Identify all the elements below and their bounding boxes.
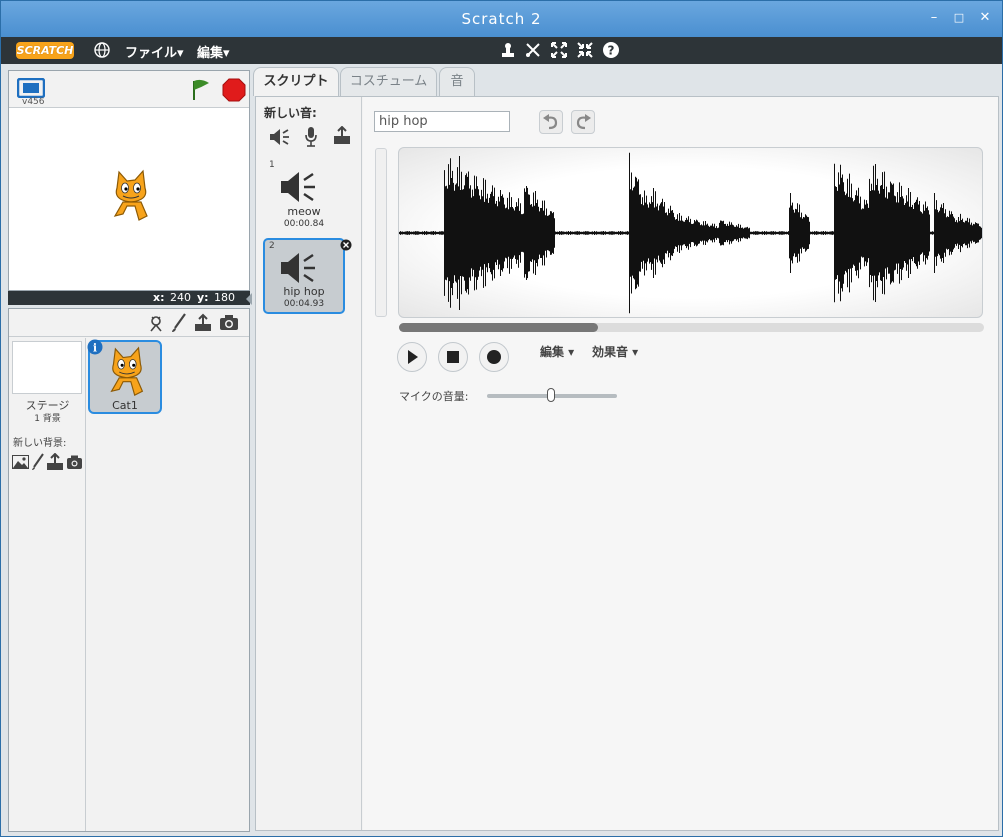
stage-header: v456 [9, 71, 249, 108]
sprite-panel: ステージ 1 背景 新しい背景: Cat1 i [8, 308, 250, 832]
collapse-stage-arrow[interactable] [246, 293, 252, 305]
app-window: Scratch 2 – □ ✕ SCRATCH ファイル▾ 編集▾ ? v456… [0, 0, 1003, 837]
sprite-tile-cat1[interactable]: Cat1 i [87, 339, 162, 414]
waveform-display[interactable] [398, 147, 983, 318]
play-icon [408, 350, 418, 364]
close-icon[interactable]: ✕ [978, 11, 992, 25]
sprite-toolbar [9, 309, 249, 337]
sound-duration: 00:04.93 [283, 299, 325, 309]
sound-name: hip hop [283, 285, 325, 298]
sound-name: meow [287, 205, 321, 218]
x-value: 240 [170, 291, 191, 304]
sprite-name: Cat1 [112, 399, 138, 412]
speaker-icon [281, 172, 315, 202]
backdrop-library-icon[interactable] [12, 455, 29, 469]
menu-bar: SCRATCH ファイル▾ 編集▾ ? [1, 37, 1002, 64]
stop-square-icon [447, 351, 459, 363]
undo-button[interactable] [539, 110, 563, 134]
tab-costumes[interactable]: コスチューム [340, 67, 437, 96]
svg-text:i: i [93, 342, 97, 355]
cat-sprite[interactable] [105, 168, 155, 224]
volume-strip [375, 148, 387, 317]
upload-icon[interactable] [193, 313, 213, 333]
title-bar: Scratch 2 – □ ✕ [1, 1, 1002, 37]
x-label: x: [153, 291, 165, 304]
choose-sprite-icon[interactable] [147, 314, 165, 332]
record-sound-icon[interactable] [304, 126, 318, 148]
undo-icon [543, 114, 558, 130]
grow-icon[interactable] [550, 41, 568, 59]
mic-volume-knob[interactable] [546, 388, 555, 402]
version-label: v456 [22, 97, 45, 107]
file-menu[interactable]: ファイル▾ [125, 42, 184, 61]
record-button[interactable] [479, 342, 509, 372]
camera-icon[interactable] [219, 314, 239, 332]
sound-duration: 00:00.84 [283, 219, 325, 229]
upload-sound-icon[interactable] [332, 126, 352, 146]
sound-index: 2 [269, 241, 275, 251]
tab-scripts[interactable]: スクリプト [253, 67, 339, 96]
effects-menu[interactable]: 効果音 ▾ [592, 343, 638, 360]
cat-thumbnail [110, 346, 144, 396]
sound-index: 1 [269, 160, 275, 170]
mouse-coordinates: x: 240 y: 180 [8, 291, 250, 305]
stage-column: ステージ 1 背景 新しい背景: [9, 338, 86, 831]
stage-backdrop-count: 1 背景 [34, 414, 61, 424]
sound-item-hip-hop[interactable]: 2 hip hop 00:04.93 [263, 238, 352, 314]
scratch-logo[interactable]: SCRATCH [16, 42, 74, 59]
info-icon[interactable]: i [87, 339, 103, 355]
svg-text:?: ? [608, 44, 615, 58]
minimize-icon[interactable]: – [927, 11, 941, 25]
edit-sound-menu[interactable]: 編集 ▾ [540, 343, 574, 360]
help-icon[interactable]: ? [602, 41, 620, 59]
sound-list: 新しい音: 1 meow 00:00.84 2 hip hop 00:04.93 [256, 97, 362, 830]
paint-brush-icon[interactable] [170, 313, 188, 333]
fullscreen-icon[interactable] [17, 78, 45, 98]
sound-editing-area: 編集 ▾ 効果音 ▾ マイクの音量: [363, 97, 998, 830]
stage-thumbnail[interactable] [12, 341, 82, 394]
paint-backdrop-icon[interactable] [31, 453, 45, 471]
camera-backdrop-icon[interactable] [66, 455, 83, 470]
edit-menu[interactable]: 編集▾ [197, 42, 230, 61]
duplicate-stamp-icon[interactable] [499, 41, 517, 59]
record-icon [487, 350, 501, 364]
mic-volume-label: マイクの音量: [399, 390, 469, 403]
new-sound-label: 新しい音: [264, 106, 317, 120]
stop-button[interactable] [438, 342, 468, 372]
sound-name-input[interactable] [374, 111, 510, 132]
stop-icon[interactable] [221, 77, 247, 103]
maximize-icon[interactable]: □ [952, 11, 966, 25]
play-button[interactable] [397, 342, 427, 372]
waveform [399, 152, 982, 314]
cut-icon[interactable] [524, 41, 542, 59]
window-title: Scratch 2 [461, 10, 542, 28]
sound-item-meow[interactable]: 1 meow 00:00.84 [263, 158, 345, 234]
redo-button[interactable] [571, 110, 595, 134]
delete-sound-icon[interactable] [340, 239, 352, 251]
mic-volume-slider[interactable] [487, 388, 617, 402]
redo-icon [576, 114, 591, 130]
y-label: y: [197, 291, 209, 304]
y-value: 180 [214, 291, 235, 304]
globe-icon[interactable] [93, 41, 111, 59]
upload-backdrop-icon[interactable] [46, 453, 64, 471]
scrollbar-thumb[interactable] [399, 323, 598, 332]
new-backdrop-label: 新しい背景: [13, 438, 67, 449]
sound-library-icon[interactable] [269, 127, 291, 147]
shrink-icon[interactable] [576, 41, 594, 59]
waveform-scrollbar[interactable] [399, 323, 984, 332]
tab-sounds[interactable]: 音 [439, 67, 475, 96]
green-flag-icon[interactable] [189, 78, 213, 102]
speaker-icon [281, 253, 315, 283]
stage-panel: v456 [8, 70, 250, 291]
sound-editor-panel: 新しい音: 1 meow 00:00.84 2 hip hop 00:04.93… [255, 96, 999, 831]
